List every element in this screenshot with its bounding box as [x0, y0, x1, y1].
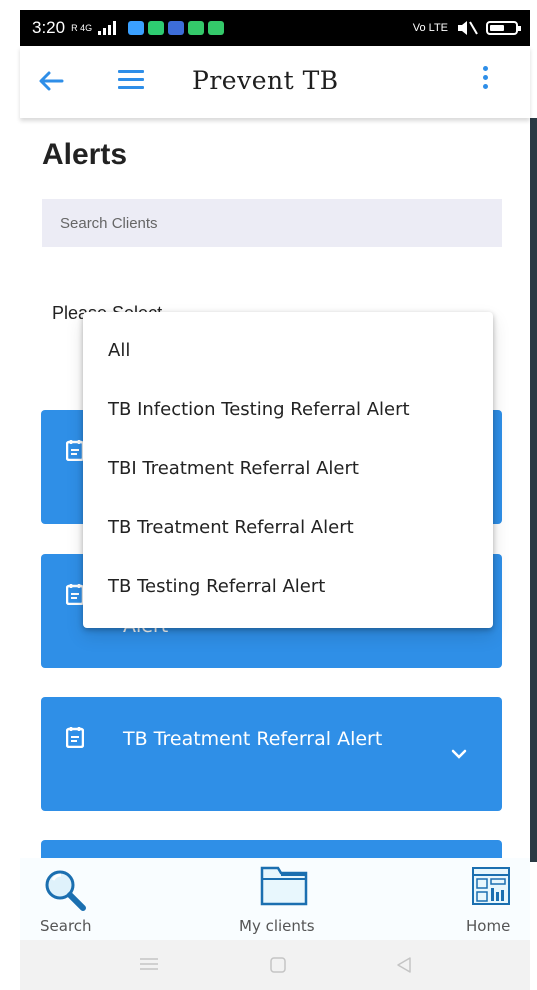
page-title: Alerts [42, 138, 128, 171]
nav-my-clients[interactable]: My clients [225, 858, 345, 940]
dropdown-option-tb-testing[interactable]: TB Testing Referral Alert [108, 576, 325, 597]
hamburger-menu-icon[interactable] [118, 70, 144, 90]
mute-icon [458, 21, 478, 35]
alert-type-dropdown: All TB Infection Testing Referral Alert … [83, 312, 493, 628]
search-clients-input[interactable] [42, 199, 502, 247]
volte-icon: Vo LTE [412, 22, 448, 34]
dropdown-option-tb-treatment[interactable]: TB Treatment Referral Alert [108, 517, 354, 538]
calendar-icon [66, 440, 84, 461]
back-button-icon[interactable] [396, 957, 412, 973]
app-bar: Prevent TB [20, 46, 530, 118]
nav-search-label: Search [40, 917, 92, 935]
dropdown-option-tb-infection-testing[interactable]: TB Infection Testing Referral Alert [108, 399, 410, 420]
recent-apps-icon[interactable] [140, 957, 158, 971]
notification-icon [208, 21, 225, 35]
notification-icon [188, 21, 205, 35]
nav-home-label: Home [466, 917, 511, 935]
nav-search[interactable]: Search [20, 858, 110, 940]
calendar-icon [66, 584, 84, 605]
calendar-icon [66, 727, 84, 748]
nav-home[interactable]: Home [450, 858, 530, 940]
alert-card-title: TB Treatment Referral Alert [123, 728, 383, 750]
system-navigation-bar [20, 940, 530, 990]
back-arrow-icon[interactable] [38, 70, 64, 92]
battery-icon [486, 21, 521, 35]
notification-icon [168, 21, 185, 35]
bottom-navigation: Search My clients Home [20, 858, 530, 940]
notification-icon [148, 21, 165, 35]
status-time: 3:20 [32, 18, 66, 37]
signal-icon: R 4G [71, 22, 93, 33]
home-button-icon[interactable] [270, 957, 286, 973]
scroll-edge [530, 118, 537, 862]
dashboard-icon [472, 867, 510, 905]
status-bar: 3:20 R 4G Vo LTE [20, 10, 530, 46]
magnifier-icon [45, 870, 86, 911]
notification-icons [128, 21, 225, 35]
nav-my-clients-label: My clients [239, 917, 315, 935]
signal-bars-icon [98, 21, 117, 35]
notification-icon [128, 21, 145, 35]
chevron-down-icon[interactable] [451, 749, 467, 759]
app-title: Prevent TB [192, 66, 339, 95]
dropdown-option-tbi-treatment[interactable]: TBI Treatment Referral Alert [108, 458, 359, 479]
alert-card[interactable]: TB Treatment Referral Alert [41, 697, 502, 811]
dropdown-option-all[interactable]: All [108, 340, 130, 361]
more-options-icon[interactable] [480, 66, 490, 96]
folder-icon [260, 866, 308, 906]
